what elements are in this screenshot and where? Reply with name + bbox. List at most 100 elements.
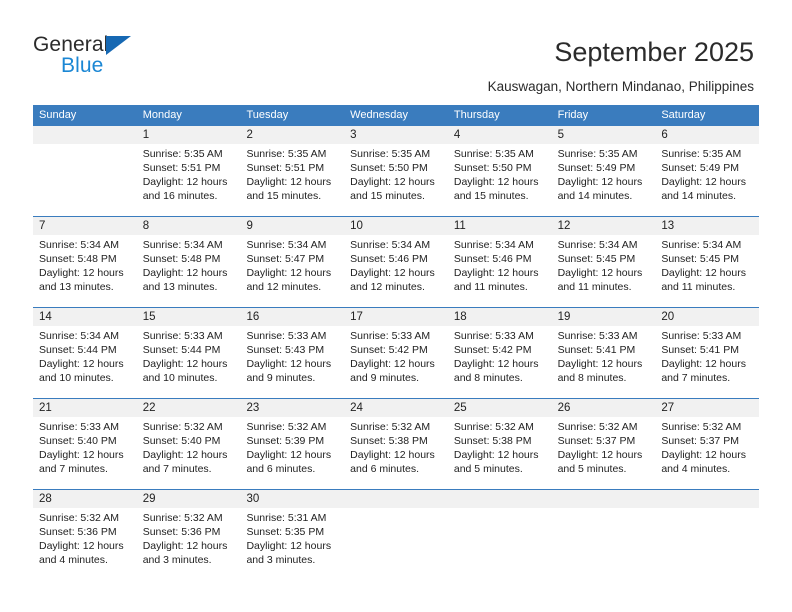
week-daynumber-row: 14 15 16 17 18 19 20 xyxy=(33,308,759,326)
day-sunset-text: Sunset: 5:38 PM xyxy=(453,435,532,447)
day-sunrise-text: Sunrise: 5:33 AM xyxy=(661,330,742,342)
day-daylight-text: and 13 minutes. xyxy=(142,281,218,293)
day-daylight-text: Daylight: 12 hours xyxy=(142,358,228,370)
day-daylight-text: and 14 minutes. xyxy=(557,190,633,202)
day-sunset-text: Sunset: 5:51 PM xyxy=(246,162,325,174)
week-daynumber-row: 28 29 30 xyxy=(33,490,759,508)
day-number-19[interactable]: 19 xyxy=(552,308,656,326)
day-detail-22: Sunrise: 5:32 AM Sunset: 5:40 PM Daylight:… xyxy=(137,417,241,489)
day-daylight-text: Daylight: 12 hours xyxy=(246,449,332,461)
day-detail-26: Sunrise: 5:32 AM Sunset: 5:37 PM Daylight:… xyxy=(552,417,656,489)
day-daylight-text: Daylight: 12 hours xyxy=(350,449,435,461)
day-number-27[interactable]: 27 xyxy=(655,399,759,417)
weekday-header-row: Sunday Monday Tuesday Wednesday Thursday Frid… xyxy=(33,105,759,126)
day-number-30[interactable]: 30 xyxy=(240,490,344,508)
day-number-16[interactable]: 16 xyxy=(240,308,344,326)
day-number-28[interactable]: 28 xyxy=(33,490,137,508)
weekday-header-sunday: Sunday xyxy=(39,109,77,121)
day-sunset-text: Sunset: 5:49 PM xyxy=(557,162,636,174)
day-sunrise-text: Sunrise: 5:34 AM xyxy=(39,330,119,342)
day-detail-11: Sunrise: 5:34 AM Sunset: 5:46 PM Daylight:… xyxy=(448,235,552,307)
day-detail-empty xyxy=(655,508,759,580)
day-number-11[interactable]: 11 xyxy=(448,217,552,235)
calendar-week-row: 28 29 30 Sunrise: 5:32 AM Sunset: 5:36 PM Day… xyxy=(33,489,759,580)
day-daylight-text: Daylight: 12 hours xyxy=(350,358,435,370)
day-number-26[interactable]: 26 xyxy=(552,399,656,417)
page-header: General Blue September 2025 Kauswagan, N… xyxy=(0,0,792,104)
day-daylight-text: Daylight: 12 hours xyxy=(142,449,228,461)
day-number-23[interactable]: 23 xyxy=(240,399,344,417)
day-detail-16: Sunrise: 5:33 AM Sunset: 5:43 PM Daylight:… xyxy=(240,326,344,398)
day-daylight-text: and 3 minutes. xyxy=(246,554,316,566)
day-number-4[interactable]: 4 xyxy=(448,126,552,144)
day-number-24[interactable]: 24 xyxy=(344,399,448,417)
day-number-6[interactable]: 6 xyxy=(655,126,759,144)
day-detail-8: Sunrise: 5:34 AM Sunset: 5:48 PM Daylight:… xyxy=(137,235,241,307)
day-daylight-text: and 7 minutes. xyxy=(142,463,212,475)
day-sunrise-text: Sunrise: 5:33 AM xyxy=(142,330,223,342)
week-detail-row: Sunrise: 5:34 AM Sunset: 5:48 PM Daylight:… xyxy=(33,235,759,307)
day-sunrise-text: Sunrise: 5:32 AM xyxy=(39,512,119,524)
day-number-3[interactable]: 3 xyxy=(344,126,448,144)
day-detail-15: Sunrise: 5:33 AM Sunset: 5:44 PM Daylight:… xyxy=(137,326,241,398)
day-detail-6: Sunrise: 5:35 AM Sunset: 5:49 PM Daylight:… xyxy=(655,144,759,216)
day-sunset-text: Sunset: 5:37 PM xyxy=(557,435,636,447)
day-number-15[interactable]: 15 xyxy=(137,308,241,326)
calendar-week-row: 14 15 16 17 18 19 20 Sunrise: 5:34 AM Sunset: 5:… xyxy=(33,307,759,398)
day-sunrise-text: Sunrise: 5:35 AM xyxy=(453,148,534,160)
day-daylight-text: Daylight: 12 hours xyxy=(453,358,539,370)
day-sunrise-text: Sunrise: 5:34 AM xyxy=(142,239,223,251)
day-number-10[interactable]: 10 xyxy=(344,217,448,235)
day-daylight-text: Daylight: 12 hours xyxy=(453,449,539,461)
day-daylight-text: Daylight: 12 hours xyxy=(39,540,124,552)
day-detail-empty xyxy=(552,508,656,580)
logo-text-blue: Blue xyxy=(61,54,104,77)
day-number-20[interactable]: 20 xyxy=(655,308,759,326)
day-detail-9: Sunrise: 5:34 AM Sunset: 5:47 PM Daylight:… xyxy=(240,235,344,307)
day-detail-23: Sunrise: 5:32 AM Sunset: 5:39 PM Daylight:… xyxy=(240,417,344,489)
week-detail-row: Sunrise: 5:35 AM Sunset: 5:51 PM Daylight:… xyxy=(33,144,759,216)
day-daylight-text: Daylight: 12 hours xyxy=(661,358,746,370)
weekday-header-monday: Monday xyxy=(142,109,182,121)
day-number-21[interactable]: 21 xyxy=(33,399,137,417)
day-detail-10: Sunrise: 5:34 AM Sunset: 5:46 PM Daylight:… xyxy=(344,235,448,307)
day-sunset-text: Sunset: 5:45 PM xyxy=(557,253,636,265)
day-detail-19: Sunrise: 5:33 AM Sunset: 5:41 PM Daylight:… xyxy=(552,326,656,398)
week-daynumber-row: 21 22 23 24 25 26 27 xyxy=(33,399,759,417)
week-daynumber-row: 123456 xyxy=(33,126,759,144)
day-daylight-text: Daylight: 12 hours xyxy=(557,267,643,279)
day-number-8[interactable]: 8 xyxy=(137,217,241,235)
day-number-29[interactable]: 29 xyxy=(137,490,241,508)
day-daylight-text: Daylight: 12 hours xyxy=(246,176,332,188)
day-sunset-text: Sunset: 5:39 PM xyxy=(246,435,325,447)
day-sunrise-text: Sunrise: 5:32 AM xyxy=(661,421,742,433)
day-daylight-text: Daylight: 12 hours xyxy=(661,176,746,188)
day-sunset-text: Sunset: 5:44 PM xyxy=(39,344,117,356)
day-number-2[interactable]: 2 xyxy=(240,126,344,144)
day-number-12[interactable]: 12 xyxy=(552,217,656,235)
day-daylight-text: and 8 minutes. xyxy=(557,372,627,384)
day-number-18[interactable]: 18 xyxy=(448,308,552,326)
day-number-13[interactable]: 13 xyxy=(655,217,759,235)
day-number-5[interactable]: 5 xyxy=(552,126,656,144)
day-sunset-text: Sunset: 5:47 PM xyxy=(246,253,325,265)
day-sunrise-text: Sunrise: 5:34 AM xyxy=(453,239,534,251)
day-daylight-text: Daylight: 12 hours xyxy=(246,267,332,279)
day-sunset-text: Sunset: 5:35 PM xyxy=(246,526,325,538)
day-number-1[interactable]: 1 xyxy=(137,126,241,144)
day-detail-3: Sunrise: 5:35 AM Sunset: 5:50 PM Daylight:… xyxy=(344,144,448,216)
day-number-25[interactable]: 25 xyxy=(448,399,552,417)
day-number-22[interactable]: 22 xyxy=(137,399,241,417)
day-daylight-text: and 12 minutes. xyxy=(350,281,425,293)
day-number-14[interactable]: 14 xyxy=(33,308,137,326)
day-daylight-text: Daylight: 12 hours xyxy=(39,449,124,461)
day-detail-20: Sunrise: 5:33 AM Sunset: 5:41 PM Daylight:… xyxy=(655,326,759,398)
day-number-17[interactable]: 17 xyxy=(344,308,448,326)
day-detail-12: Sunrise: 5:34 AM Sunset: 5:45 PM Daylight:… xyxy=(552,235,656,307)
day-daylight-text: Daylight: 12 hours xyxy=(557,176,643,188)
day-sunset-text: Sunset: 5:41 PM xyxy=(661,344,739,356)
day-sunrise-text: Sunrise: 5:34 AM xyxy=(350,239,431,251)
day-number-7[interactable]: 7 xyxy=(33,217,137,235)
day-number-9[interactable]: 9 xyxy=(240,217,344,235)
day-daylight-text: and 6 minutes. xyxy=(350,463,420,475)
